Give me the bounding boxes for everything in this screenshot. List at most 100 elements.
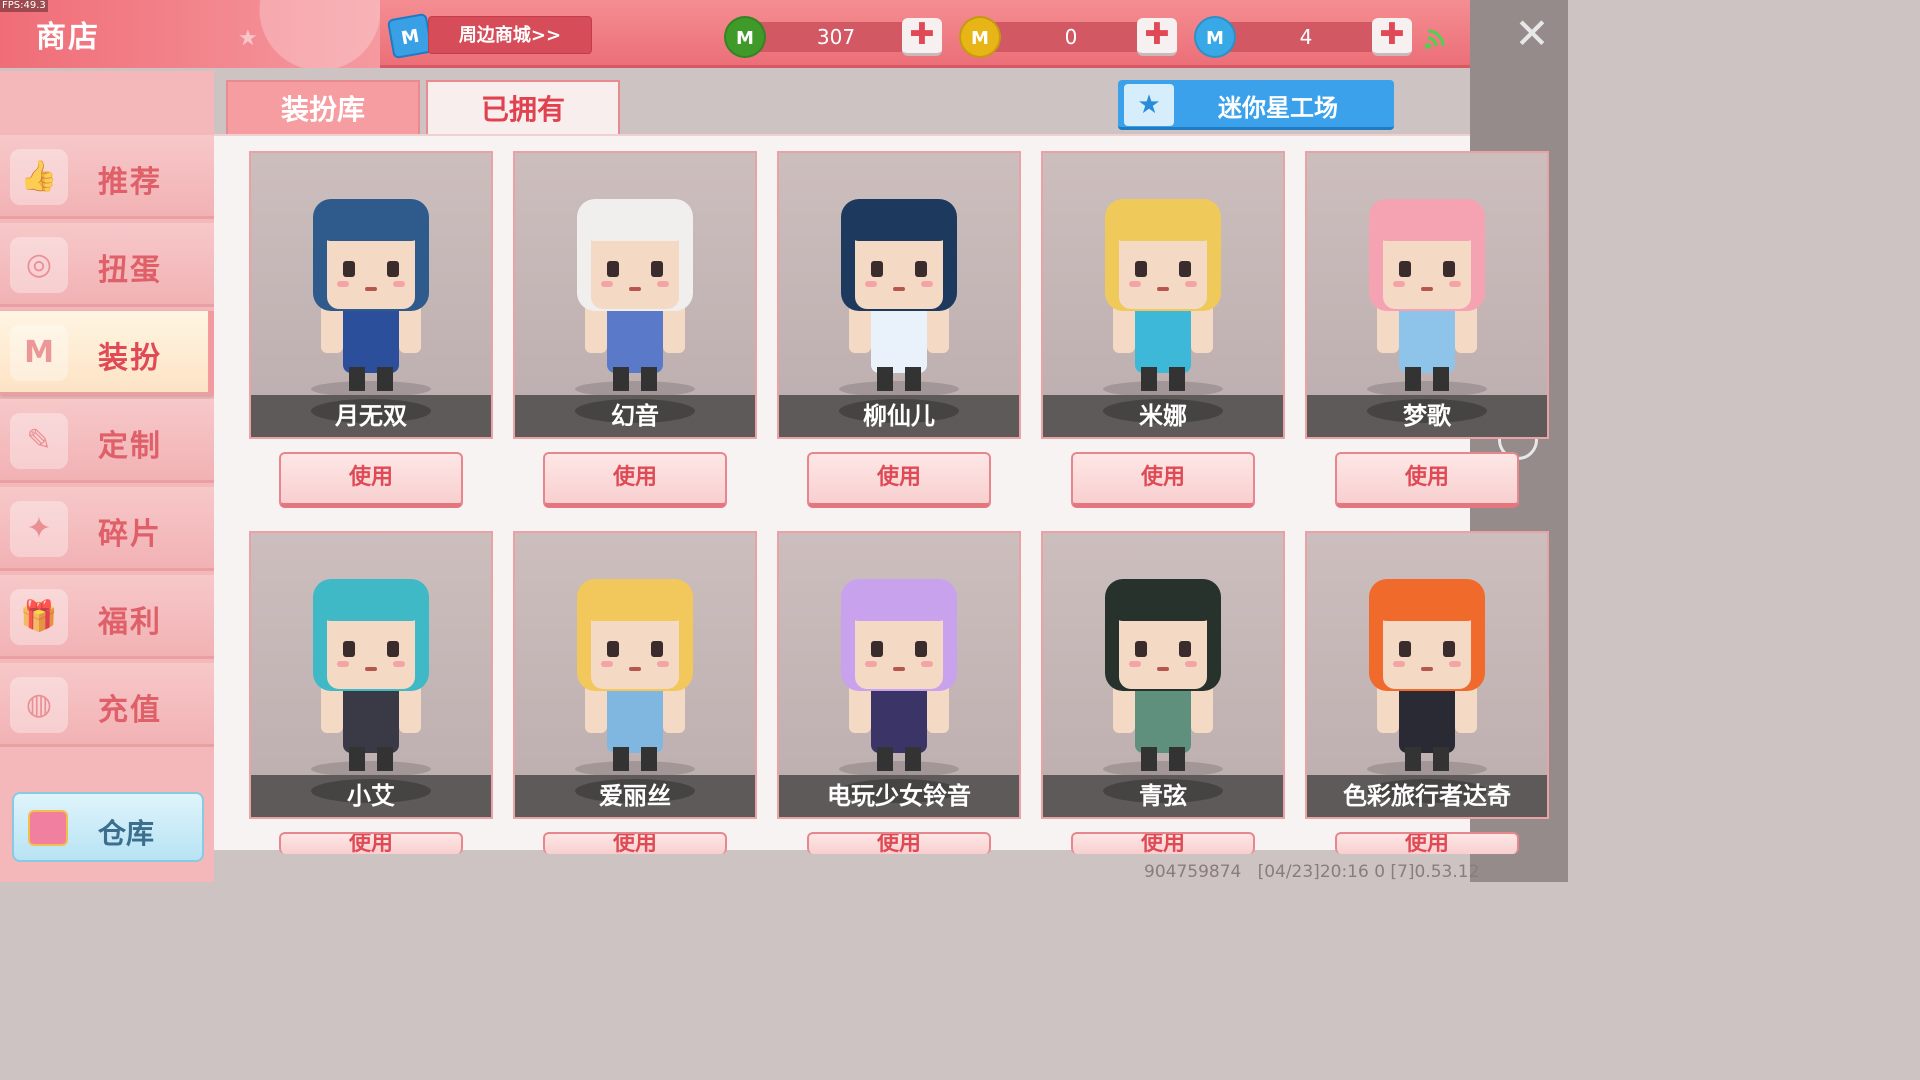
skin-name: 小艾: [347, 782, 395, 810]
sidebar-item-label: 定制: [98, 429, 162, 464]
use-button[interactable]: 使用: [543, 832, 727, 854]
sidebar-item-label: 充值: [98, 693, 162, 728]
skin-name-bar: 幻音: [515, 395, 755, 437]
sidebar-item-outfit[interactable]: M 装扮: [0, 311, 214, 395]
sidebar-item-label: 推荐: [98, 165, 162, 200]
skin-name: 梦歌: [1403, 402, 1451, 430]
chest-icon: [28, 810, 68, 846]
character-avatar: [311, 199, 431, 397]
skin-name-bar: 电玩少女铃音: [779, 775, 1019, 817]
signal-icon: [1425, 29, 1445, 49]
skin-card[interactable]: 月无双: [249, 151, 493, 439]
category-sidebar: 👍 推荐 ◎ 扭蛋 M 装扮 ✎ 定制 ✦ 碎片 🎁 福利 ◍ 充值: [0, 71, 214, 882]
sidebar-item-recharge[interactable]: ◍ 充值: [0, 663, 214, 747]
fragment-icon: ✦: [10, 501, 68, 557]
use-button[interactable]: 使用: [279, 452, 463, 508]
mini-coin-icon: M: [959, 16, 1001, 58]
skin-name-bar: 米娜: [1043, 395, 1283, 437]
sidebar-item-label: 碎片: [98, 517, 162, 552]
skin-name-bar: 色彩旅行者达奇: [1307, 775, 1547, 817]
coins-icon: ◍: [10, 677, 68, 733]
top-header: 商店 ★ M 周边商城>> M 307 ✚ M 0 ✚ M 4 ✚: [0, 0, 1470, 68]
add-mini-point-button[interactable]: ✚: [1372, 18, 1412, 56]
sidebar-item-welfare[interactable]: 🎁 福利: [0, 575, 214, 659]
mini-coin-amount: 0: [981, 22, 1141, 52]
use-button[interactable]: 使用: [279, 832, 463, 854]
mini-point-amount: 4: [1216, 22, 1376, 52]
sidebar-item-customize[interactable]: ✎ 定制: [0, 399, 214, 483]
skin-card[interactable]: 电玩少女铃音: [777, 531, 1021, 819]
close-icon[interactable]: ✕: [1510, 12, 1554, 56]
sidebar-item-label: 扭蛋: [98, 253, 162, 288]
character-avatar: [1103, 199, 1223, 397]
mini-bean-amount: 307: [746, 22, 906, 52]
character-avatar: [1103, 579, 1223, 777]
skin-name-bar: 爱丽丝: [515, 775, 755, 817]
skin-card[interactable]: 色彩旅行者达奇: [1305, 531, 1549, 819]
mini-star-workshop-button[interactable]: ★ 迷你星工场: [1118, 80, 1394, 130]
skin-name: 幻音: [611, 402, 659, 430]
warehouse-button[interactable]: 仓库: [12, 792, 204, 862]
page-title: 商店: [36, 20, 100, 55]
character-avatar: [575, 579, 695, 777]
skin-name: 爱丽丝: [599, 782, 671, 810]
tab-outfit-library[interactable]: 装扮库: [226, 80, 420, 136]
mini-bean-icon: M: [724, 16, 766, 58]
character-avatar: [1367, 199, 1487, 397]
use-button[interactable]: 使用: [1335, 832, 1519, 854]
skin-card[interactable]: 小艾: [249, 531, 493, 819]
pencil-icon: ✎: [10, 413, 68, 469]
tab-owned[interactable]: 已拥有: [426, 80, 620, 136]
sidebar-item-label: 装扮: [98, 341, 162, 376]
currency-mini-coin: M 0 ✚: [959, 16, 1177, 58]
use-button[interactable]: 使用: [1071, 832, 1255, 854]
thumbs-up-icon: 👍: [10, 149, 68, 205]
currency-mini-bean: M 307 ✚: [724, 16, 942, 58]
outfit-icon: M: [10, 325, 68, 381]
use-button[interactable]: 使用: [1335, 452, 1519, 508]
skin-name-bar: 梦歌: [1307, 395, 1547, 437]
star-decoration-icon: ★: [238, 26, 258, 51]
character-avatar: [1367, 579, 1487, 777]
merch-mall-button[interactable]: 周边商城>>: [428, 16, 592, 54]
shopping-bag-icon[interactable]: M: [386, 12, 434, 60]
add-mini-bean-button[interactable]: ✚: [902, 18, 942, 56]
use-button[interactable]: 使用: [807, 452, 991, 508]
skin-name: 月无双: [335, 402, 407, 430]
gift-icon: 🎁: [10, 589, 68, 645]
user-id: 904759874: [1144, 862, 1242, 882]
skin-card[interactable]: 爱丽丝: [513, 531, 757, 819]
skin-name-bar: 柳仙儿: [779, 395, 1019, 437]
skin-card[interactable]: 梦歌: [1305, 151, 1549, 439]
sidebar-item-fragments[interactable]: ✦ 碎片: [0, 487, 214, 571]
sidebar-item-recommend[interactable]: 👍 推荐: [0, 135, 214, 219]
use-button[interactable]: 使用: [543, 452, 727, 508]
skin-name: 柳仙儿: [863, 402, 935, 430]
skin-name-bar: 青弦: [1043, 775, 1283, 817]
skin-card[interactable]: 米娜: [1041, 151, 1285, 439]
character-avatar: [839, 199, 959, 397]
skin-name-bar: 小艾: [251, 775, 491, 817]
character-avatar: [575, 199, 695, 397]
use-button[interactable]: 使用: [1071, 452, 1255, 508]
build-info: [04/23]20:16 0 [7]0.53.12: [1257, 862, 1480, 882]
add-mini-coin-button[interactable]: ✚: [1137, 18, 1177, 56]
character-avatar: [839, 579, 959, 777]
skin-name-bar: 月无双: [251, 395, 491, 437]
sidebar-item-gacha[interactable]: ◎ 扭蛋: [0, 223, 214, 307]
warehouse-label: 仓库: [98, 817, 155, 850]
use-button[interactable]: 使用: [807, 832, 991, 854]
skin-name: 米娜: [1139, 402, 1187, 430]
skin-card[interactable]: 青弦: [1041, 531, 1285, 819]
star-icon: ★: [1124, 84, 1174, 126]
skin-card[interactable]: 幻音: [513, 151, 757, 439]
currency-mini-point: M 4 ✚: [1194, 16, 1412, 58]
skin-card[interactable]: 柳仙儿: [777, 151, 1021, 439]
sidebar-item-label: 福利: [98, 605, 162, 640]
skin-name: 青弦: [1139, 782, 1187, 810]
gacha-icon: ◎: [10, 237, 68, 293]
character-avatar: [311, 579, 431, 777]
skin-name: 色彩旅行者达奇: [1343, 782, 1511, 810]
workshop-label: 迷你星工场: [1218, 94, 1338, 122]
fps-counter: FPS:49.3: [0, 0, 48, 12]
